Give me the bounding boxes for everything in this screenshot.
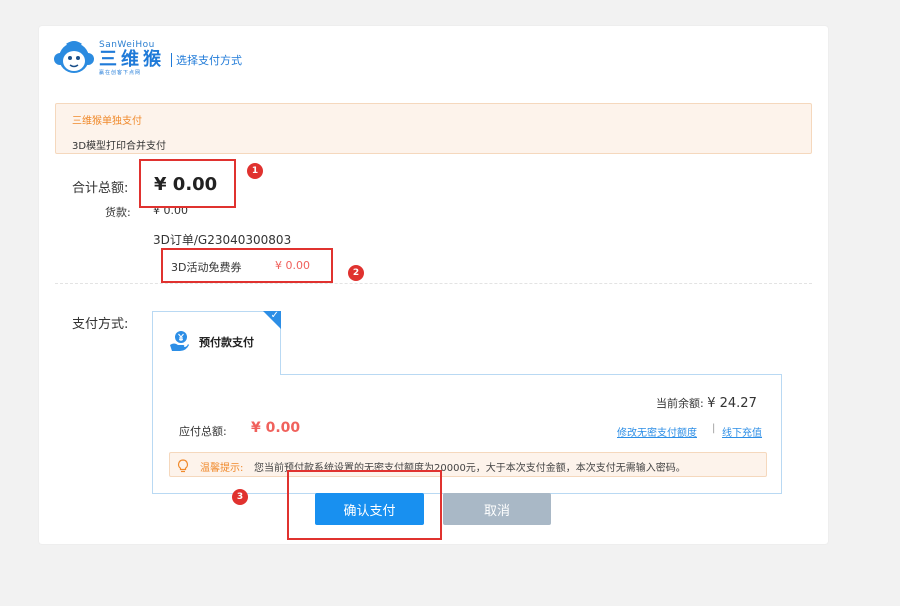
tab-prepaid-payment[interactable]: ✓ 预付款支付: [152, 311, 281, 375]
option-separate-payment[interactable]: 三维猴单独支付: [72, 112, 142, 127]
annotation-box-coupon: [161, 248, 333, 283]
annotation-marker-1: 1: [247, 163, 263, 179]
page-title: 选择支付方式: [176, 54, 242, 67]
yuan-hand-icon: [168, 330, 190, 352]
link-separator: |: [712, 423, 716, 434]
lightbulb-icon: [177, 458, 189, 473]
goods-label: 货款:: [105, 206, 131, 219]
annotation-marker-3: 3: [232, 489, 248, 505]
logo-text: SanWeiHou 三维猴 赢在创客下点网: [99, 40, 165, 76]
header-divider: [171, 53, 172, 67]
balance-amount: ¥ 24.27: [707, 396, 757, 411]
header: SanWeiHou 三维猴 赢在创客下点网 选择支付方式: [53, 38, 242, 78]
balance: 当前余额: ¥ 24.27: [656, 395, 757, 411]
cancel-button[interactable]: 取消: [443, 493, 551, 525]
modify-limit-link[interactable]: 修改无密支付额度: [617, 424, 697, 439]
option-combined-payment[interactable]: 3D模型打印合并支付: [72, 137, 166, 152]
total-label: 合计总额:: [72, 181, 129, 196]
tip-box: 温馨提示: 您当前预付款系统设置的无密支付额度为20000元，大于本次支付金额，…: [169, 452, 767, 477]
tab-label: 预付款支付: [199, 336, 254, 349]
monkey-logo-icon: [53, 39, 95, 77]
due-amount: ¥ 0.00: [251, 420, 301, 436]
order-id: 3D订单/G23040300803: [153, 233, 292, 247]
checkmark-icon: ✓: [270, 310, 279, 321]
logo-cn: 三维猴: [99, 48, 165, 70]
annotation-box-confirm: [287, 470, 442, 540]
due-label: 应付总额:: [179, 425, 227, 438]
tip-title: 温馨提示:: [200, 463, 244, 474]
divider: [55, 283, 812, 284]
logo-slogan: 赢在创客下点网: [99, 69, 142, 76]
payment-card: SanWeiHou 三维猴 赢在创客下点网 选择支付方式 三维猴单独支付 3D模…: [39, 26, 828, 544]
annotation-box-total: [139, 159, 236, 208]
annotation-marker-2: 2: [348, 265, 364, 281]
balance-label: 当前余额:: [656, 397, 704, 410]
offline-recharge-link[interactable]: 线下充值: [722, 424, 762, 439]
payment-type-box: 三维猴单独支付 3D模型打印合并支付: [55, 103, 812, 154]
pay-method-label: 支付方式:: [72, 317, 129, 332]
